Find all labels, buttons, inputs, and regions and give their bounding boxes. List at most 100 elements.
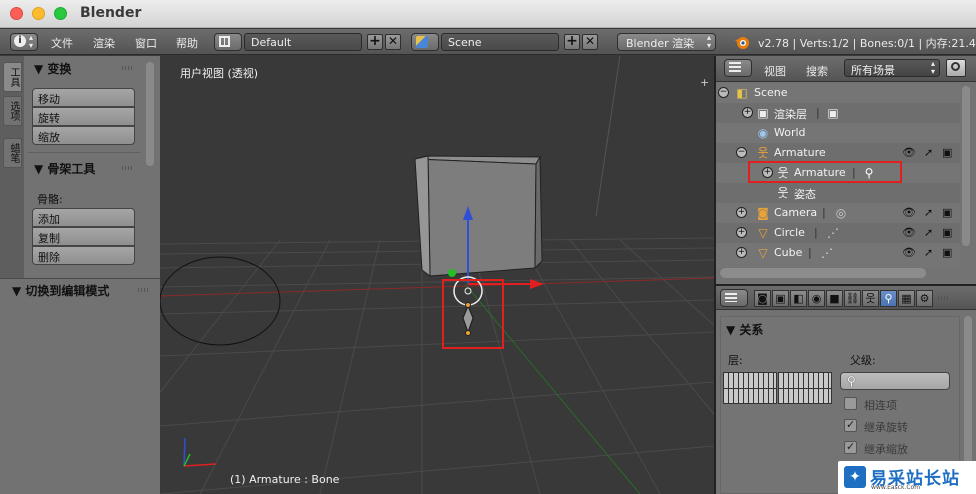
inherit-rotation-checkbox[interactable]	[844, 418, 857, 432]
screen-layout-field[interactable]: Default	[244, 33, 362, 51]
world-icon: ◉	[757, 126, 769, 140]
duplicate-bone-button[interactable]: 复制	[32, 227, 135, 246]
tree-row-camera[interactable]: + ◙ Camera | ◎ 👁 ➚ ▣	[716, 203, 960, 223]
menu-render[interactable]: 渲染	[93, 35, 115, 51]
bone-layers-group-b[interactable]	[778, 372, 832, 404]
visibility-eye-icon[interactable]: 👁	[902, 226, 916, 239]
parent-bone-field[interactable]: ⚲	[840, 372, 950, 390]
menu-file[interactable]: 文件	[51, 35, 73, 51]
tree-row-circle[interactable]: + ▽ Circle | ⋰ 👁 ➚ ▣	[716, 223, 960, 243]
maximize-window-button[interactable]	[54, 7, 67, 20]
delete-bone-button[interactable]: 删除	[32, 246, 135, 265]
outliner-display-mode-select[interactable]: 所有场景 ▴ ▾	[844, 59, 940, 77]
region-divider	[0, 278, 160, 279]
world-tab-icon[interactable]: ◉	[808, 290, 825, 307]
inherit-scale-checkbox[interactable]	[844, 440, 857, 454]
armature-data-highlight-box	[748, 161, 902, 183]
renderability-camera-icon[interactable]: ▣	[942, 226, 952, 239]
menu-window[interactable]: 窗口	[135, 35, 157, 51]
selectability-cursor-icon[interactable]: ➚	[924, 246, 933, 259]
bone-tab-icon[interactable]: ⚲	[880, 290, 897, 307]
tree-row-pose[interactable]: 웃 姿态	[716, 183, 960, 203]
tree-row-render-layers[interactable]: + ▣ 渲染层 | ▣	[716, 103, 960, 123]
watermark-logo-icon: ✦	[844, 466, 866, 488]
add-scene-button[interactable]: +	[564, 34, 580, 50]
remove-scene-button[interactable]: ✕	[582, 34, 598, 50]
remove-screen-button[interactable]: ✕	[385, 34, 401, 50]
add-bone-button[interactable]: 添加	[32, 208, 135, 227]
render-engine-select[interactable]: Blender 渲染 ▴ ▾	[617, 33, 716, 51]
move-button[interactable]: 移动	[32, 88, 135, 107]
selectability-cursor-icon[interactable]: ➚	[924, 146, 933, 159]
tab-grease-pencil[interactable]: 蜡笔	[3, 138, 22, 168]
collapse-icon[interactable]: −	[718, 87, 729, 98]
expand-icon[interactable]: +	[736, 247, 747, 258]
renderability-camera-icon[interactable]: ▣	[942, 206, 952, 219]
render-tab-icon[interactable]: ◙	[754, 290, 771, 307]
outliner-horizontal-scrollbar[interactable]	[720, 268, 926, 278]
renderability-camera-icon[interactable]: ▣	[942, 246, 952, 259]
bones-label: 骨骼:	[37, 193, 63, 206]
rotate-button[interactable]: 旋转	[32, 107, 135, 126]
editor-type-outliner-button[interactable]	[724, 59, 752, 77]
3d-viewport[interactable]: 用户视图 (透视) + (1) Armature : Bone	[160, 56, 714, 494]
visibility-eye-icon[interactable]: 👁	[902, 206, 916, 219]
bone-constraints-tab-icon[interactable]: ⚙	[916, 290, 933, 307]
scene-name-field[interactable]: Scene	[441, 33, 559, 51]
expand-icon[interactable]: +	[742, 107, 753, 118]
tab-tools[interactable]: 工具	[3, 62, 22, 92]
scene-tab-icon[interactable]: ◧	[790, 290, 807, 307]
relations-panel-header[interactable]: ▼ 关系	[726, 321, 763, 338]
selectability-cursor-icon[interactable]: ➚	[924, 206, 933, 219]
screen-layout-browse-button[interactable]	[214, 33, 242, 51]
viewport-region-plus-icon[interactable]: +	[700, 77, 710, 88]
tree-row-world[interactable]: ◉ World	[716, 123, 960, 143]
armature-data-tab-icon[interactable]: 웃	[862, 290, 879, 307]
outliner-vertical-scrollbar[interactable]	[962, 86, 970, 246]
outliner-icon	[729, 62, 741, 73]
tree-label: Circle	[774, 226, 805, 239]
constraints-tab-icon[interactable]: ⛓	[844, 290, 861, 307]
tab-options[interactable]: 选项	[3, 96, 22, 126]
minimize-window-button[interactable]	[32, 7, 45, 20]
outliner-view-menu[interactable]: 视图	[764, 63, 786, 79]
tool-shelf-scrollbar[interactable]	[146, 62, 154, 166]
window-title: Blender	[80, 5, 142, 21]
connected-checkbox[interactable]	[844, 397, 857, 410]
render-layers-tab-icon[interactable]: ▣	[772, 290, 789, 307]
visibility-eye-icon[interactable]: 👁	[902, 246, 916, 259]
panel-drag-grip[interactable]	[938, 296, 950, 300]
y-manipulator-handle[interactable]	[448, 269, 456, 277]
tree-row-cube[interactable]: + ▽ Cube | ⋰ 👁 ➚ ▣	[716, 243, 960, 263]
object-tab-icon[interactable]: ■	[826, 290, 843, 307]
panel-drag-grip[interactable]	[122, 166, 134, 170]
editor-type-info-button[interactable]: i ▴ ▾	[10, 33, 38, 51]
viewport-canvas[interactable]	[160, 56, 714, 494]
panel-drag-grip[interactable]	[138, 288, 150, 292]
close-window-button[interactable]	[10, 7, 23, 20]
scene-browse-button[interactable]	[411, 33, 439, 51]
selectability-cursor-icon[interactable]: ➚	[924, 226, 933, 239]
expand-icon[interactable]: +	[736, 227, 747, 238]
scale-button[interactable]: 缩放	[32, 126, 135, 145]
editor-type-properties-button[interactable]	[720, 289, 748, 307]
watermark-subtext: www.Easck.Com	[871, 484, 921, 491]
cube-object[interactable]	[414, 155, 543, 278]
bone-layers-group-a[interactable]	[723, 372, 777, 404]
search-button[interactable]	[946, 59, 966, 77]
armature-tools-panel-header[interactable]: ▼ 骨架工具	[34, 160, 95, 177]
visibility-eye-icon[interactable]: 👁	[902, 146, 916, 159]
panel-drag-grip[interactable]	[122, 66, 134, 70]
collapse-icon[interactable]: −	[736, 147, 747, 158]
outliner-search-menu[interactable]: 搜索	[806, 63, 828, 79]
circle-object[interactable]	[160, 256, 281, 346]
tree-row-armature-object[interactable]: − 웃 Armature 👁 ➚ ▣	[716, 143, 960, 163]
transform-panel-header[interactable]: ▼ 变换	[34, 60, 71, 77]
menu-help[interactable]: 帮助	[176, 35, 198, 51]
tree-row-scene[interactable]: − ◧ Scene	[716, 83, 960, 103]
renderability-camera-icon[interactable]: ▣	[942, 146, 952, 159]
add-screen-button[interactable]: +	[367, 34, 383, 50]
last-operator-panel-header[interactable]: ▼ 切换到编辑模式	[12, 282, 109, 299]
texture-tab-icon[interactable]: ▦	[898, 290, 915, 307]
expand-icon[interactable]: +	[736, 207, 747, 218]
